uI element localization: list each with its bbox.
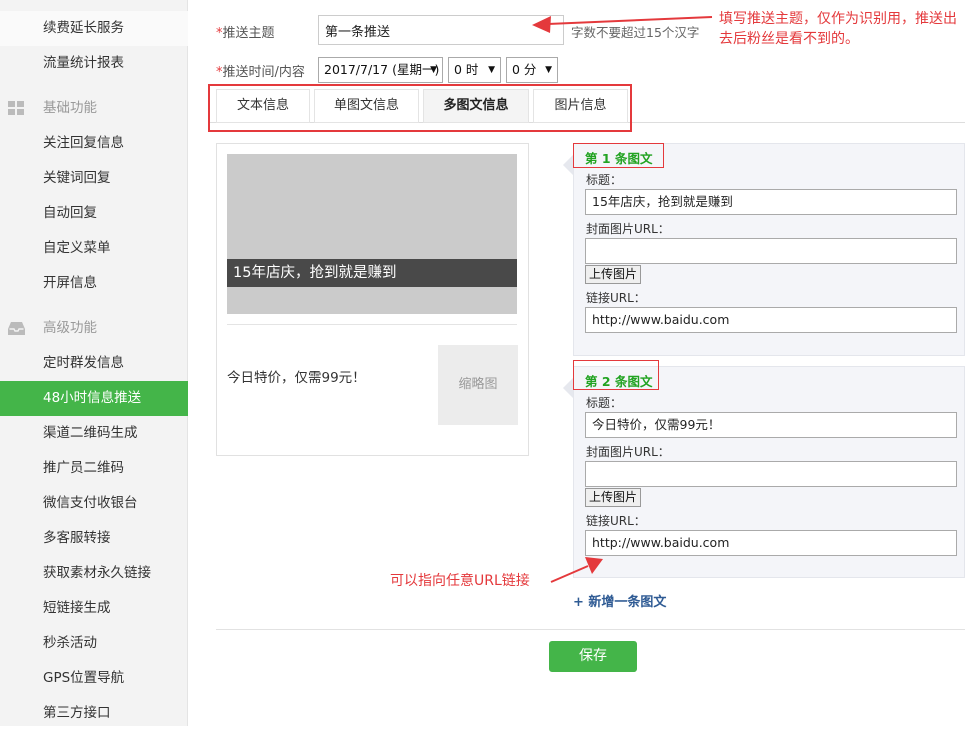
panel1-title: 第 1 条图文 [585,148,652,167]
chevron-down-icon: ▼ [430,65,437,75]
panel1-title-post: 条图文 [614,151,653,166]
date-select-value: 2017/7/17 (星期一) [324,62,440,77]
topic-input[interactable] [318,15,564,45]
hour-select-value: 0 时 [454,62,479,77]
panel2-title-label: 标题： [586,396,623,410]
panel1-cover-url-input[interactable] [585,238,957,264]
time-label: *推送时间/内容 [216,61,305,80]
panel2-title-num: 2 [601,374,611,389]
sidebar-item-channel-qrcode[interactable]: 渠道二维码生成 [0,416,188,451]
panel2-upload-button[interactable]: 上传图片 [585,488,641,507]
sidebar-section-advanced: 高级功能 [0,311,188,346]
date-select[interactable]: 2017/7/17 (星期一) ▼ [318,57,443,83]
inbox-icon [8,322,25,335]
sidebar-item-48h-push[interactable]: 48小时信息推送 [0,381,188,416]
panel1-pointer [563,155,573,175]
panel1-link-url-input[interactable]: http://www.baidu.com [585,307,957,333]
sidebar-item-flash-sale[interactable]: 秒杀活动 [0,626,188,661]
topic-label: *推送主题 [216,22,275,41]
tabs-highlight-box [208,84,632,132]
cover-title: 15年店庆，抢到就是赚到 [227,259,517,287]
sidebar-item-auto-reply[interactable]: 自动回复 [0,196,188,231]
hour-select[interactable]: 0 时 ▼ [448,57,501,83]
sidebar-item-renew[interactable]: 续费延长服务 [0,11,188,46]
preview-item2-title: 今日特价，仅需99元！ [227,370,366,386]
panel1-title-num: 1 [601,151,611,166]
cover-image [227,154,517,314]
minute-select-value: 0 分 [512,62,537,77]
panel1-cover-label: 封面图片URL： [586,222,670,236]
panel2-cover-url-input[interactable] [585,461,957,487]
footer-divider [216,629,965,630]
save-button[interactable]: 保存 [549,641,637,672]
grid-icon [8,101,24,115]
sidebar-section-basic: 基础功能 [0,91,188,126]
panel2-title-post: 条图文 [614,374,653,389]
sidebar-item-material-link[interactable]: 获取素材永久链接 [0,556,188,591]
sidebar-item-gps-nav[interactable]: GPS位置导航 [0,661,188,696]
sidebar-item-follow-reply[interactable]: 关注回复信息 [0,126,188,161]
panel2-title-pre: 第 [585,374,598,389]
sidebar-item-custom-menu[interactable]: 自定义菜单 [0,231,188,266]
sidebar-item-multi-service[interactable]: 多客服转接 [0,521,188,556]
preview-divider [227,324,517,325]
panel1-link-label: 链接URL： [586,291,646,305]
sidebar-item-traffic-report[interactable]: 流量统计报表 [0,46,188,81]
topic-label-text: 推送主题 [222,26,275,41]
minute-select[interactable]: 0 分 ▼ [506,57,558,83]
panel2-cover-label: 封面图片URL： [586,445,670,459]
panel2-link-label: 链接URL： [586,514,646,528]
sidebar-item-splash-info[interactable]: 开屏信息 [0,266,188,301]
sidebar: 续费延长服务 流量统计报表 基础功能 关注回复信息 关键词回复 自动回复 自定义… [0,0,188,726]
annotation-url: 可以指向任意URL链接 [390,573,530,589]
annotation-topic: 填写推送主题，仅作为识别用，推送出去后粉丝是看不到的。 [719,11,957,47]
time-label-text: 推送时间/内容 [222,65,305,80]
panel2-pointer [563,378,573,398]
panel2-title: 第 2 条图文 [585,371,652,390]
panel2-link-url-input[interactable]: http://www.baidu.com [585,530,957,556]
preview-thumbnail: 缩略图 [438,345,518,425]
sidebar-item-short-link[interactable]: 短链接生成 [0,591,188,626]
panel1-upload-button[interactable]: 上传图片 [585,265,641,284]
sidebar-section-basic-label: 基础功能 [43,100,97,116]
panel1-title-label: 标题： [586,173,623,187]
topic-hint: 字数不要超过15个汉字 [571,25,700,40]
sidebar-item-scheduled-broadcast[interactable]: 定时群发信息 [0,346,188,381]
sidebar-section-advanced-label: 高级功能 [43,320,97,336]
sidebar-item-keyword-reply[interactable]: 关键词回复 [0,161,188,196]
panel1-title-input[interactable]: 15年店庆，抢到就是赚到 [585,189,957,215]
chevron-down-icon: ▼ [488,65,495,75]
chevron-down-icon: ▼ [545,65,552,75]
add-article-link[interactable]: + 新增一条图文 [573,591,666,610]
panel2-title-input[interactable]: 今日特价，仅需99元！ [585,412,957,438]
panel1-title-pre: 第 [585,151,598,166]
sidebar-item-wechat-pay[interactable]: 微信支付收银台 [0,486,188,521]
sidebar-item-promoter-qrcode[interactable]: 推广员二维码 [0,451,188,486]
